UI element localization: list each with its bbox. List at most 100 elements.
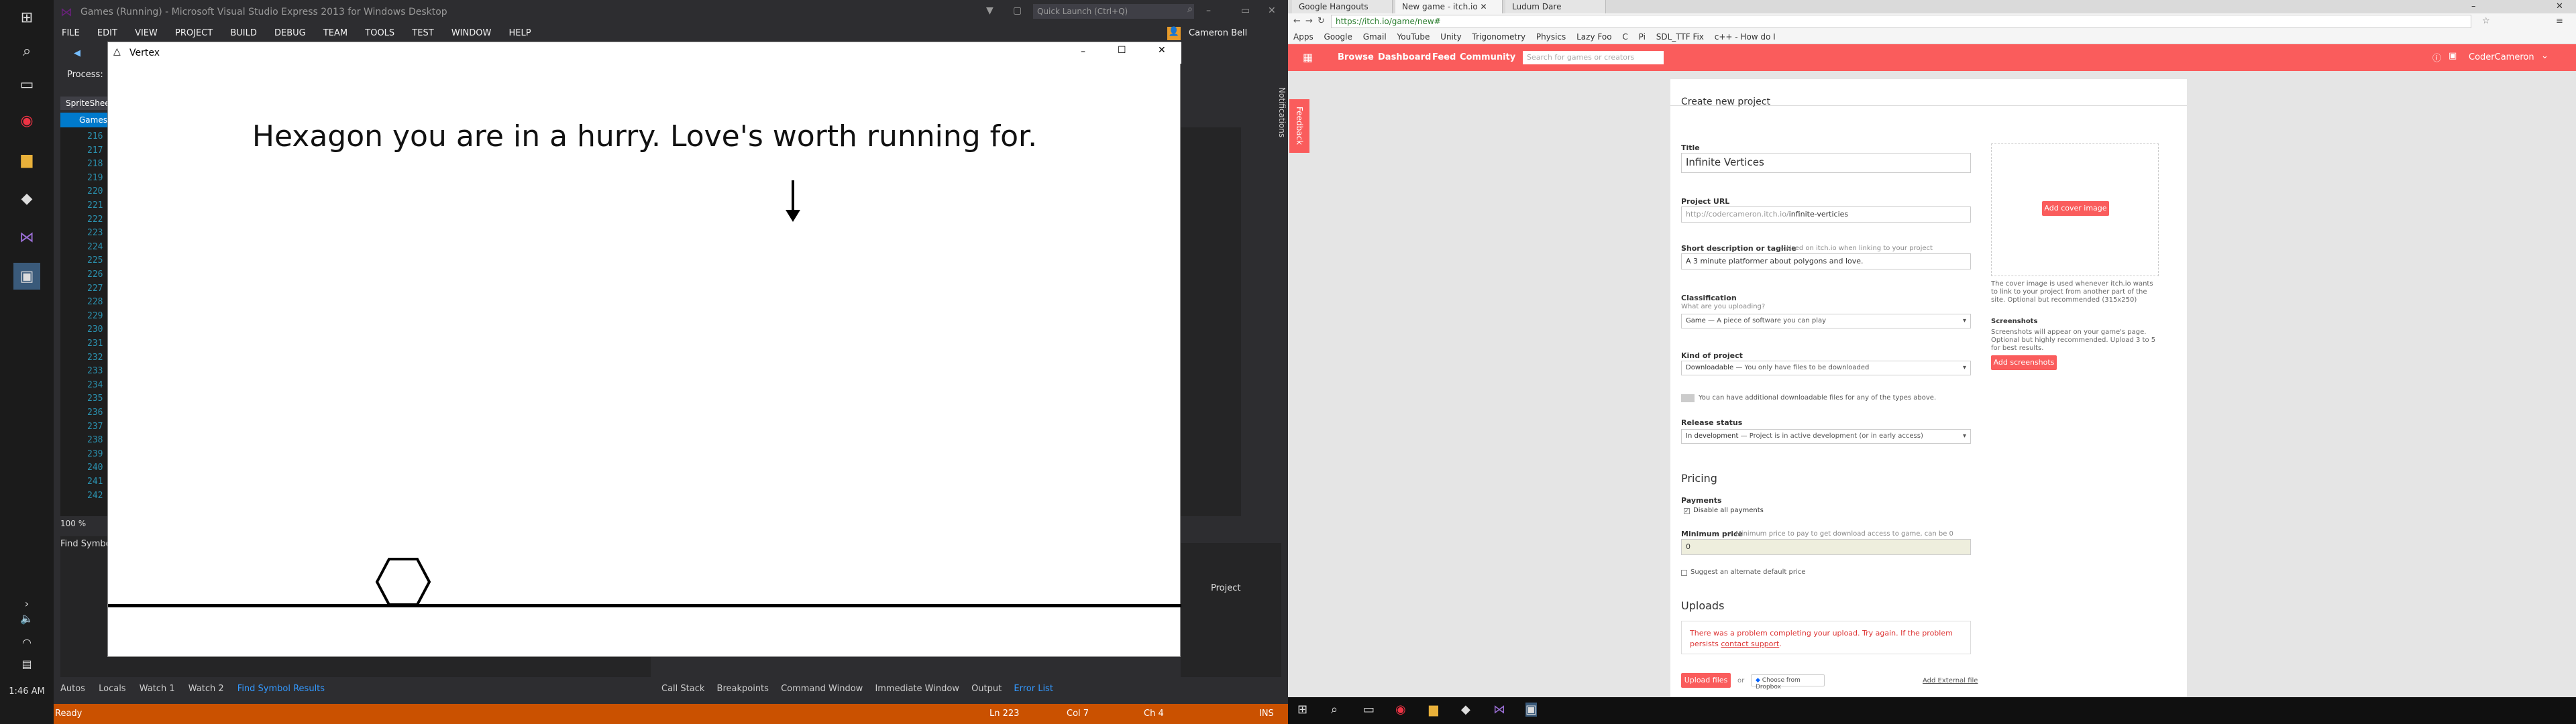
chevron-down-icon[interactable]: ⌄ xyxy=(2541,51,2548,61)
url-field[interactable]: http://codercameron.itch.io/infinite-ver… xyxy=(1681,206,1971,223)
menu-help[interactable]: HELP xyxy=(508,28,531,38)
nav-community[interactable]: Community xyxy=(1460,52,1515,62)
bookmark-c[interactable]: C xyxy=(1622,32,1627,42)
avatar[interactable]: 👤 xyxy=(1167,27,1181,40)
notifications-tab[interactable]: Notifications xyxy=(1265,87,1287,181)
kind-select[interactable]: Downloadable — You only have files to be… xyxy=(1681,361,1971,375)
visual-studio-icon[interactable]: ⋈ xyxy=(13,224,40,251)
search-icon[interactable]: ⌕ xyxy=(13,38,40,64)
add-external-link[interactable]: Add External file xyxy=(1923,677,1978,684)
close-icon[interactable]: ✕ xyxy=(1158,45,1166,56)
tab-google-hangouts[interactable]: Google Hangouts xyxy=(1292,0,1393,13)
star-icon[interactable]: ☆ xyxy=(2482,16,2490,26)
disable-payments-checkbox[interactable]: ✓ xyxy=(1684,508,1690,514)
tab-watch-1[interactable]: Watch 1 xyxy=(140,684,175,694)
address-bar[interactable]: https://itch.io/game/new# xyxy=(1331,15,2471,28)
nav-dashboard[interactable]: Dashboard xyxy=(1378,52,1431,62)
menu-build[interactable]: BUILD xyxy=(230,28,257,38)
menu-team[interactable]: TEAM xyxy=(323,28,347,38)
search-input[interactable]: Search for games or creators xyxy=(1523,51,1664,64)
bookmark-sdl-ttf-fix[interactable]: SDL_TTF Fix xyxy=(1656,32,1704,42)
menu-debug[interactable]: DEBUG xyxy=(274,28,306,38)
bookmark-cpp-how-do-i[interactable]: c++ - How do I xyxy=(1715,32,1776,42)
menu-project[interactable]: PROJECT xyxy=(175,28,213,38)
windows-start-icon[interactable]: ⊞ xyxy=(13,4,40,31)
menu-edit[interactable]: EDIT xyxy=(97,28,117,38)
maximize-icon[interactable]: ☐ xyxy=(1118,45,1126,56)
volume-icon[interactable]: 🔈 xyxy=(13,605,40,631)
tab-find-symbol-results[interactable]: Find Symbol Results xyxy=(237,684,325,694)
tab-breakpoints[interactable]: Breakpoints xyxy=(717,684,769,694)
menu-icon[interactable]: ≡ xyxy=(2556,16,2563,26)
menu-test[interactable]: TEST xyxy=(412,28,433,38)
tab-command-window[interactable]: Command Window xyxy=(781,684,863,694)
info-icon[interactable]: ⓘ xyxy=(2432,51,2441,64)
visual-studio-icon[interactable]: ⋈ xyxy=(1493,703,1505,717)
add-screenshots-button[interactable]: Add screenshots xyxy=(1991,355,2057,370)
tab-ludum-dare[interactable]: Ludum Dare xyxy=(1505,0,1606,13)
tab-watch-2[interactable]: Watch 2 xyxy=(189,684,224,694)
tab-new-game[interactable]: New game - itch.io ✕ xyxy=(1395,0,1503,13)
forward-icon[interactable]: → xyxy=(1305,16,1313,26)
nav-feed[interactable]: Feed xyxy=(1432,52,1456,62)
close-icon[interactable]: ✕ xyxy=(2556,1,2563,11)
bookmark-apps[interactable]: Apps xyxy=(1293,32,1313,42)
bookmark-physics[interactable]: Physics xyxy=(1536,32,1566,42)
back-icon[interactable]: ← xyxy=(1293,16,1301,26)
description-field[interactable]: A 3 minute platformer about polygons and… xyxy=(1681,253,1971,269)
restore-icon[interactable]: ▭ xyxy=(1241,5,1250,16)
tab-immediate-window[interactable]: Immediate Window xyxy=(875,684,959,694)
vertex-game-icon[interactable]: ▣ xyxy=(1525,703,1538,717)
feedback-tab[interactable]: Feedback xyxy=(1289,99,1309,153)
release-select[interactable]: In development — Project is in active de… xyxy=(1681,429,1971,444)
back-icon[interactable]: ◀ xyxy=(74,48,80,58)
bookmark-lazy-foo[interactable]: Lazy Foo xyxy=(1576,32,1611,42)
game-window[interactable]: △ Vertex – ☐ ✕ Hexagon you are in a hurr… xyxy=(107,42,1181,657)
quick-launch-input[interactable]: Quick Launch (Ctrl+Q) xyxy=(1033,4,1194,19)
tab-call-stack[interactable]: Call Stack xyxy=(661,684,704,694)
notification-icon[interactable]: ▤ xyxy=(13,650,40,677)
file-explorer-icon[interactable]: ▆ xyxy=(1429,703,1438,717)
contact-support-link[interactable]: contact support xyxy=(1721,640,1779,648)
feedback-icon[interactable]: ▢ xyxy=(1013,5,1022,16)
tab-output[interactable]: Output xyxy=(971,684,1002,694)
game-app-icon[interactable]: ◆ xyxy=(1461,703,1470,717)
bookmark-unity[interactable]: Unity xyxy=(1440,32,1462,42)
bookmark-pi[interactable]: Pi xyxy=(1639,32,1646,42)
menu-file[interactable]: FILE xyxy=(62,28,80,38)
reload-icon[interactable]: ↻ xyxy=(1318,16,1325,26)
avatar[interactable]: ▣ xyxy=(2449,51,2457,61)
bookmark-trigonometry[interactable]: Trigonometry xyxy=(1472,32,1526,42)
menu-tools[interactable]: TOOLS xyxy=(365,28,394,38)
tab-autos[interactable]: Autos xyxy=(60,684,85,694)
bookmark-youtube[interactable]: YouTube xyxy=(1397,32,1430,42)
dropbox-button[interactable]: ◆ Choose from Dropbox xyxy=(1751,674,1825,690)
minimize-icon[interactable]: – xyxy=(2471,1,2476,11)
menu-window[interactable]: WINDOW xyxy=(451,28,492,38)
minimize-icon[interactable]: – xyxy=(1081,46,1085,57)
bookmark-google[interactable]: Google xyxy=(1324,32,1352,42)
bookmark-gmail[interactable]: Gmail xyxy=(1363,32,1387,42)
search-icon[interactable]: ⌕ xyxy=(1187,4,1193,15)
chrome-icon[interactable]: ◉ xyxy=(13,107,40,134)
itch-logo-icon[interactable]: ▦ xyxy=(1303,51,1313,64)
tab-locals[interactable]: Locals xyxy=(99,684,125,694)
game-app-icon[interactable]: ◆ xyxy=(13,185,40,212)
windows-start-icon[interactable]: ⊞ xyxy=(1297,703,1307,717)
title-field[interactable]: Infinite Vertices xyxy=(1681,153,1971,173)
vertex-game-icon[interactable]: ▣ xyxy=(13,263,40,290)
menu-view[interactable]: VIEW xyxy=(135,28,158,38)
suggest-price-checkbox[interactable] xyxy=(1681,570,1687,576)
task-view-icon[interactable]: ▭ xyxy=(13,71,40,98)
nav-browse[interactable]: Browse xyxy=(1338,52,1374,62)
tab-error-list[interactable]: Error List xyxy=(1014,684,1053,694)
minimize-icon[interactable]: – xyxy=(1206,5,1211,16)
close-icon[interactable]: ✕ xyxy=(1268,5,1276,16)
add-cover-image-button[interactable]: Add cover image xyxy=(2042,201,2109,216)
file-explorer-icon[interactable]: ▆ xyxy=(13,146,40,173)
classification-select[interactable]: Game — A piece of software you can play ▾ xyxy=(1681,314,1971,328)
search-icon[interactable]: ⌕ xyxy=(1331,703,1338,717)
itch-user[interactable]: CoderCameron xyxy=(2469,52,2534,62)
task-view-icon[interactable]: ▭ xyxy=(1363,703,1375,717)
filter-icon[interactable]: ▼ xyxy=(986,5,994,16)
